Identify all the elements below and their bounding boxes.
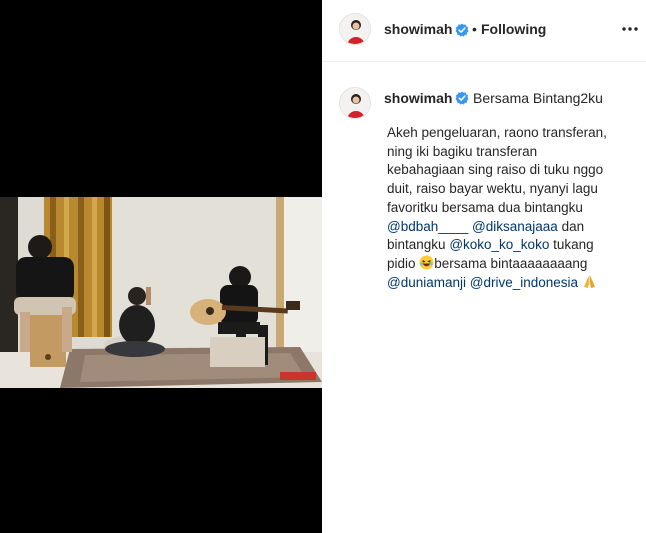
caption-line: ning iki bagiku transferan: [387, 143, 538, 159]
caption-text-bersama: bersama bintaaaaaaaang: [434, 255, 588, 271]
caption-line: Akeh pengeluaran, raono transferan,: [387, 125, 607, 140]
caption-text-dan: dan: [557, 218, 585, 234]
caption-username-link[interactable]: showimah: [384, 90, 452, 106]
mention-link-duniamanji[interactable]: @duniamanji: [387, 275, 466, 290]
caption-text-pidio: pidio: [387, 255, 420, 271]
caption-title: Bersama Bintang2ku: [473, 90, 603, 106]
following-button[interactable]: Following: [481, 21, 546, 37]
verified-badge-icon: [455, 91, 469, 105]
caption-line: kebahagiaan sing raiso di tuku nggo: [387, 162, 604, 178]
caption-text-tukang: tukang: [549, 237, 594, 253]
header-separator: •: [472, 21, 477, 37]
mention-link-koko[interactable]: @koko_ko_koko: [449, 237, 549, 252]
caption-text-bintangku: bintangku: [387, 237, 450, 253]
caption-line: pidio bersama bintaaaaaaaang: [387, 255, 637, 274]
post-video[interactable]: [0, 197, 322, 388]
caption-line: @duniamanji @drive_indonesia: [387, 274, 637, 293]
caption-line: duit, raiso bayar wektu, nyanyi lagu: [387, 181, 598, 197]
post-media: [0, 0, 322, 533]
laughing-emoji-icon: [419, 255, 434, 270]
mention-link-diksanajaaa[interactable]: @diksanajaaa: [472, 219, 558, 234]
avatar-image: [340, 88, 370, 118]
caption-avatar[interactable]: [339, 87, 371, 119]
mention-link-drive-indonesia[interactable]: @drive_indonesia: [470, 275, 578, 290]
caption-text: Akeh pengeluaran, raono transferan, ning…: [387, 124, 637, 292]
more-options-icon[interactable]: [619, 20, 641, 38]
video-scene-image: [0, 197, 322, 388]
folded-hands-emoji-icon: [583, 274, 595, 288]
caption-line: bintangku @koko_ko_koko tukang: [387, 236, 637, 255]
profile-avatar[interactable]: [339, 13, 371, 45]
verified-badge-icon: [455, 23, 469, 37]
mention-link-bdbah[interactable]: @bdbah____: [387, 219, 468, 234]
header-username-link[interactable]: showimah: [384, 21, 452, 37]
post-header: showimah • Following: [322, 0, 646, 62]
caption-line: @bdbah____ @diksanajaaa dan: [387, 218, 637, 237]
post-sidebar: showimah • Following showimah Bersama Bi…: [322, 0, 646, 533]
caption-line: favoritku bersama dua bintangku: [387, 199, 583, 215]
avatar-image: [340, 14, 370, 44]
